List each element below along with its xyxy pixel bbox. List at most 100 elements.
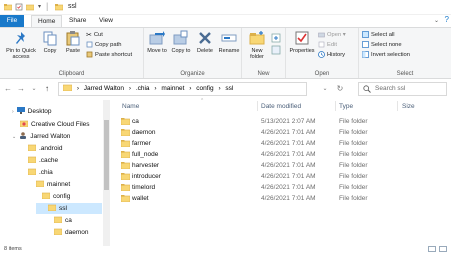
nav-item-android[interactable]: .android [28, 143, 63, 154]
file-row[interactable]: wallet 4/26/2021 7:01 AM File folder [115, 193, 405, 204]
help-icon[interactable]: ? [445, 15, 449, 24]
copy-button[interactable]: Copy [40, 30, 60, 54]
breadcrumb-chia[interactable]: .chia [136, 85, 150, 92]
open-button[interactable]: Open ▾ [318, 31, 346, 40]
pin-to-quick-access-button[interactable]: Pin to Quick access [2, 30, 40, 60]
rename-button[interactable]: Rename [218, 30, 240, 54]
properties-quick-icon[interactable] [15, 3, 23, 11]
folder-icon [28, 144, 36, 151]
column-divider[interactable] [397, 101, 398, 111]
address-row: ← → ⌄ ↑ › Jarred Walton › .chia › mainne… [0, 80, 451, 98]
file-row[interactable]: timelord 4/26/2021 7:01 AM File folder [115, 182, 405, 193]
breadcrumb-ssl[interactable]: ssl [225, 85, 233, 92]
sort-arrow-icon: ⌃ [200, 98, 205, 104]
details-view-icon[interactable] [428, 246, 436, 252]
new-item-icon[interactable] [271, 33, 281, 43]
folder-icon [63, 84, 72, 91]
copy-path-button[interactable]: Copy path [86, 41, 121, 50]
select-all-button[interactable]: Select all [362, 31, 395, 40]
properties-button[interactable]: Properties [288, 30, 316, 54]
tab-home[interactable]: Home [31, 15, 63, 27]
file-row[interactable]: daemon 4/26/2021 7:01 AM File folder [115, 127, 405, 138]
file-row[interactable]: farmer 4/26/2021 7:01 AM File folder [115, 138, 405, 149]
new-folder-quick-icon[interactable] [26, 3, 34, 11]
nav-item-desktop[interactable]: › Desktop [12, 106, 52, 117]
navigation-scrollbar[interactable] [103, 100, 110, 246]
file-name: daemon [132, 129, 156, 136]
new-group-label: New [257, 71, 270, 77]
select-group-label: Select [396, 71, 414, 77]
nav-item-mainnet[interactable]: mainnet [36, 179, 70, 190]
new-folder-button[interactable]: New folder [246, 30, 268, 60]
back-icon[interactable]: ← [3, 83, 13, 95]
tab-file[interactable]: File [0, 15, 24, 27]
nav-item-cache[interactable]: .cache [28, 155, 58, 166]
nav-item-creative-cloud-files[interactable]: Creative Cloud Files [20, 119, 90, 130]
column-header-type[interactable]: Type [339, 101, 353, 112]
address-dropdown-icon[interactable]: ⌄ [320, 83, 330, 95]
scrollbar-thumb[interactable] [104, 120, 109, 190]
address-bar[interactable]: › Jarred Walton › .chia › mainnet › conf… [58, 82, 307, 96]
folder-icon [54, 228, 62, 235]
folder-icon [28, 156, 36, 163]
ribbon-expand-icon[interactable]: ⌄ [434, 17, 439, 24]
nav-item-daemon[interactable]: daemon [54, 227, 89, 238]
refresh-icon[interactable]: ↻ [335, 83, 345, 95]
paste-shortcut-button[interactable]: Paste shortcut [86, 51, 132, 60]
history-button[interactable]: History [318, 51, 345, 60]
breadcrumb-jarred-walton[interactable]: Jarred Walton [84, 85, 124, 92]
move-to-button[interactable]: Move to [146, 30, 168, 54]
cut-button[interactable]: ✂ Cut [86, 31, 103, 40]
file-type: File folder [339, 184, 368, 191]
file-name: wallet [132, 195, 149, 202]
delete-button[interactable]: Delete [194, 30, 216, 54]
new-folder-icon [249, 31, 265, 45]
file-name: timelord [132, 184, 156, 191]
select-all-icon [362, 31, 369, 38]
column-divider[interactable] [335, 101, 336, 111]
easy-access-icon[interactable] [271, 45, 281, 55]
folder-icon [121, 184, 130, 191]
folder-icon [42, 192, 50, 199]
forward-icon[interactable]: → [16, 83, 26, 95]
breadcrumb-config[interactable]: config [196, 85, 213, 92]
chevron-down-icon: ⌄ [12, 134, 17, 140]
select-none-button[interactable]: Select none [362, 41, 402, 50]
file-type: File folder [339, 195, 368, 202]
search-input[interactable]: Search ssl [358, 82, 447, 96]
column-header-date-modified[interactable]: Date modified [261, 101, 301, 112]
column-divider[interactable] [257, 101, 258, 111]
file-row[interactable]: introducer 4/26/2021 7:01 AM File folder [115, 171, 405, 182]
tab-share[interactable]: Share [63, 15, 92, 27]
copy-to-icon [173, 30, 188, 45]
breadcrumb-separator: › [189, 85, 192, 92]
nav-item-chia[interactable]: .chia [28, 167, 53, 178]
edit-icon [318, 41, 325, 48]
copy-to-button[interactable]: Copy to [170, 30, 192, 54]
file-row[interactable]: full_node 4/26/2021 7:01 AM File folder [115, 149, 405, 160]
file-name: harvester [132, 162, 160, 169]
paste-button[interactable]: Paste [62, 30, 84, 54]
column-header-size[interactable]: Size [402, 101, 415, 112]
large-icons-view-icon[interactable] [439, 246, 447, 252]
quick-access-dropdown-icon[interactable]: ▾ [38, 3, 41, 10]
properties-icon [295, 31, 309, 45]
folder-icon [48, 204, 56, 211]
file-type: File folder [339, 118, 368, 125]
nav-item-ca[interactable]: ca [54, 215, 72, 226]
recent-locations-icon[interactable]: ⌄ [29, 83, 39, 95]
invert-selection-button[interactable]: Invert selection [362, 51, 410, 60]
nav-item-config[interactable]: config [42, 191, 70, 202]
column-header-name[interactable]: Name [122, 101, 139, 112]
file-type: File folder [339, 140, 368, 147]
breadcrumb-mainnet[interactable]: mainnet [161, 85, 184, 92]
tab-view[interactable]: View [93, 15, 119, 27]
up-icon[interactable]: ↑ [42, 83, 52, 95]
paste-icon [66, 31, 80, 46]
rename-icon [221, 34, 237, 42]
file-row[interactable]: harvester 4/26/2021 7:01 AM File folder [115, 160, 405, 171]
nav-item-jarred-walton[interactable]: ⌄ Jarred Walton [12, 131, 70, 142]
nav-item-ssl[interactable]: ssl [36, 203, 102, 214]
file-row[interactable]: ca 5/13/2021 2:07 AM File folder [115, 116, 405, 127]
edit-button[interactable]: Edit [318, 41, 337, 50]
